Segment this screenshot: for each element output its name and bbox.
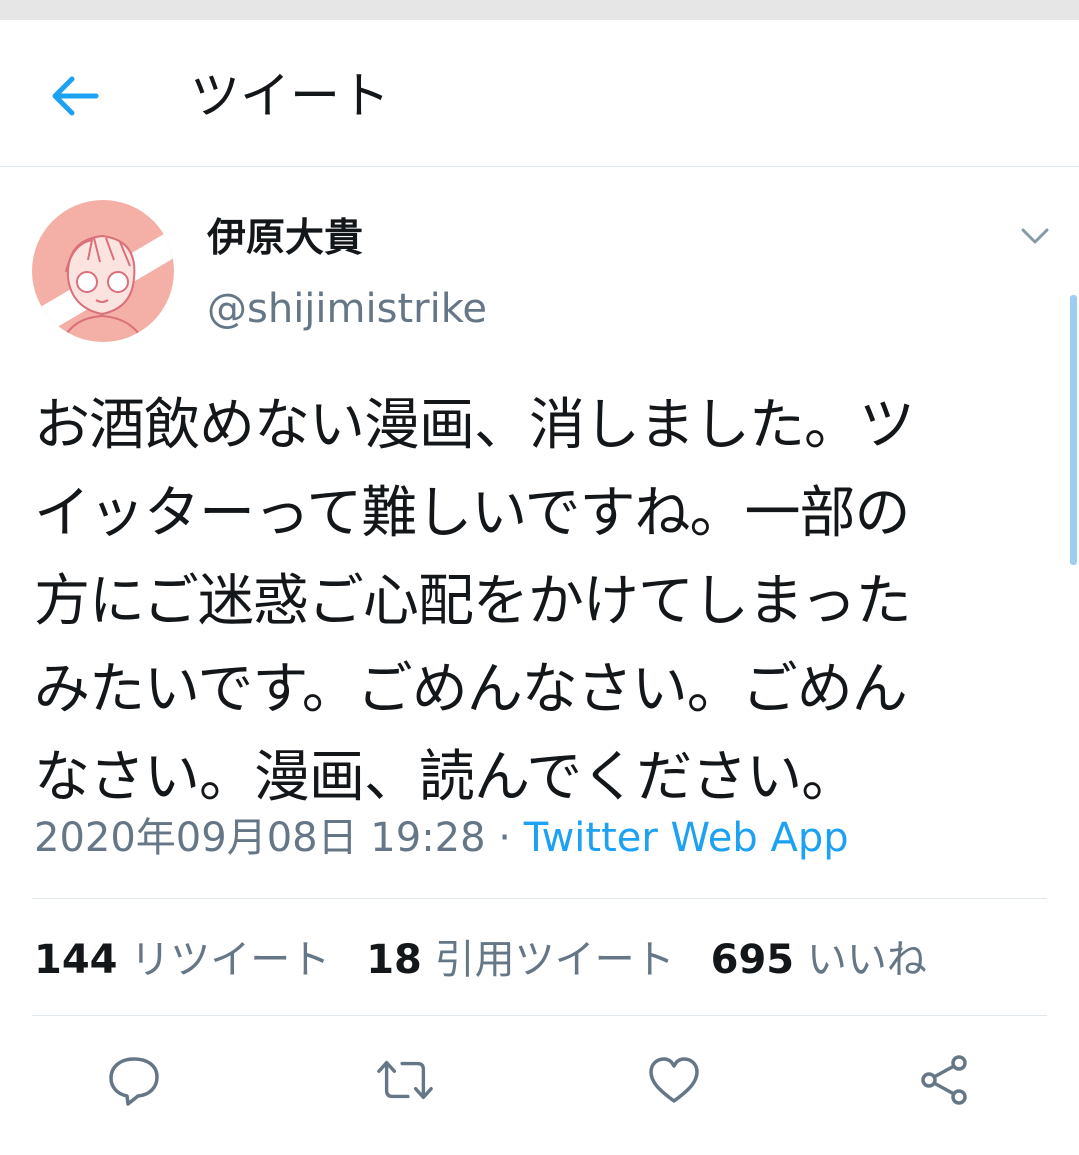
tweet-meta: 2020年09月08日 19:28 · Twitter Web App — [34, 812, 849, 864]
header: ツイート — [0, 20, 1079, 167]
share-button[interactable] — [914, 1050, 974, 1110]
likes-stat[interactable]: 695 いいね — [711, 937, 927, 983]
retweets-count: 144 — [34, 937, 118, 983]
tweet-text: お酒飲めない漫画、消しました。ツ イッターって難しいですね。一部の 方にご迷惑ご… — [34, 393, 915, 810]
back-button[interactable] — [48, 74, 100, 118]
retweets-label: リツイート — [130, 937, 331, 983]
likes-label: いいね — [806, 937, 927, 983]
tweet-timestamp[interactable]: 2020年09月08日 19:28 — [34, 815, 486, 861]
tweet-stats: 144 リツイート 18 引用ツイート 695 いいね — [34, 934, 927, 986]
more-options-button[interactable] — [1018, 224, 1052, 248]
divider — [32, 1015, 1047, 1016]
avatar-image — [32, 200, 174, 342]
chevron-down-icon — [1021, 228, 1049, 244]
divider — [32, 898, 1047, 899]
status-bar-strip — [0, 0, 1079, 20]
quotes-count: 18 — [366, 937, 422, 983]
retweet-button[interactable] — [375, 1050, 435, 1110]
retweet-icon — [377, 1060, 433, 1100]
meta-separator: · — [485, 815, 524, 861]
like-icon — [649, 1057, 699, 1103]
reply-icon — [109, 1057, 159, 1106]
tweet-source-link[interactable]: Twitter Web App — [524, 815, 849, 861]
author-name[interactable]: 伊原大貴 — [207, 214, 363, 264]
retweets-stat[interactable]: 144 リツイート — [34, 937, 330, 983]
quotes-label: 引用ツイート — [434, 937, 675, 983]
quotes-stat[interactable]: 18 引用ツイート — [366, 937, 674, 983]
scrollbar[interactable] — [1070, 295, 1077, 565]
page-title: ツイート — [190, 67, 390, 125]
likes-count: 695 — [710, 937, 795, 983]
arrow-left-icon — [52, 76, 99, 116]
author-handle[interactable]: @shijimistrike — [207, 284, 487, 334]
share-icon — [921, 1055, 967, 1105]
like-button[interactable] — [644, 1050, 704, 1110]
reply-button[interactable] — [104, 1050, 164, 1110]
avatar[interactable] — [32, 200, 174, 342]
